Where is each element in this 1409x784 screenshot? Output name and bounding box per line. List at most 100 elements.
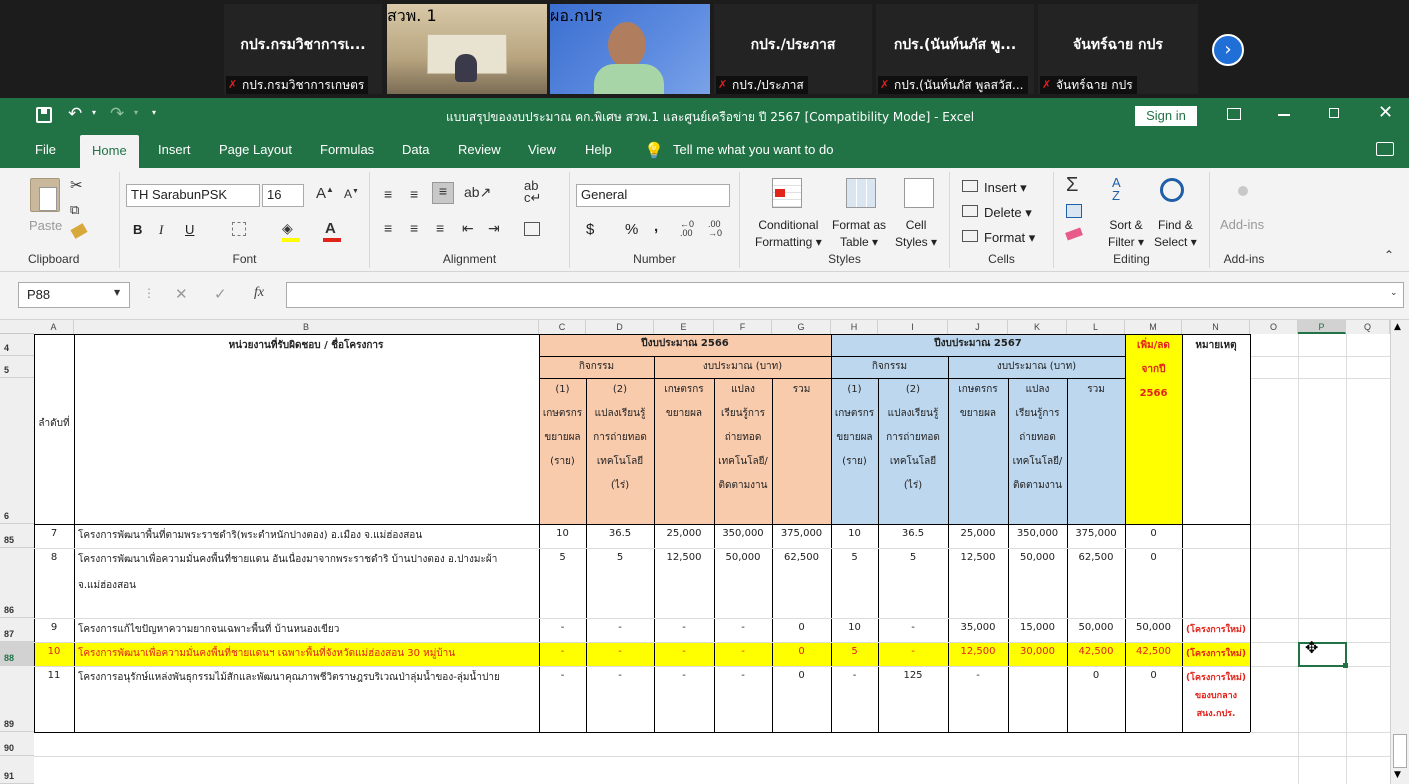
cell-e[interactable]: - — [654, 670, 714, 686]
redo-icon[interactable]: ↷ — [110, 104, 124, 124]
cell-m[interactable]: 0 — [1125, 552, 1182, 568]
cell-remark[interactable]: (โครงการใหม่) — [1182, 670, 1250, 686]
cell-e[interactable]: 12,500 — [654, 552, 714, 568]
column-header-b[interactable]: B — [74, 320, 539, 334]
row-header-89[interactable]: 89 — [0, 666, 34, 732]
paste-icon[interactable] — [30, 178, 60, 212]
cell-g[interactable]: 62,500 — [772, 552, 831, 568]
borders-icon[interactable] — [232, 222, 246, 236]
participant-tile[interactable]: จันทร์ฉาย กปร ✗ จันทร์ฉาย กปร — [1038, 4, 1198, 94]
cell-project-name[interactable]: โครงการพัฒนาเพื่อความมั่นคงพื้นที่ชายแดน… — [78, 552, 536, 568]
tab-page-layout[interactable]: Page Layout — [219, 142, 292, 157]
cell-h[interactable]: 10 — [831, 528, 878, 544]
name-box-dropdown-icon[interactable]: ▼ — [114, 288, 120, 297]
cell-seq[interactable]: 7 — [34, 528, 74, 544]
orientation-icon[interactable]: ab↗ — [464, 184, 491, 201]
addins-button[interactable]: Add-ins — [1220, 217, 1264, 232]
cell-l[interactable]: 375,000 — [1067, 528, 1125, 544]
align-right-icon[interactable]: ≡ — [436, 220, 444, 236]
row-header-6[interactable]: 6 — [0, 378, 34, 524]
sort-filter-button[interactable]: Sort & Filter ▾ — [1108, 217, 1144, 251]
cell-j[interactable]: - — [948, 670, 1008, 686]
decrease-font-icon[interactable]: A▼ — [344, 187, 359, 201]
vertical-scrollbar[interactable]: ▲ ▼ — [1390, 320, 1409, 784]
participant-video[interactable]: สวพ. 1 — [387, 4, 547, 94]
increase-decimal-icon[interactable]: ←0.00 — [680, 220, 694, 238]
format-painter-icon[interactable] — [70, 223, 88, 239]
cell-d[interactable]: - — [586, 646, 654, 662]
cell-i[interactable]: 5 — [878, 552, 948, 568]
number-format-select[interactable]: General — [576, 184, 730, 207]
cell-c[interactable]: - — [539, 670, 586, 686]
row-header-90[interactable]: 90 — [0, 732, 34, 756]
row-header-88[interactable]: 88 — [0, 642, 34, 666]
cell-f[interactable]: - — [714, 622, 772, 638]
cell-m[interactable]: 42,500 — [1125, 646, 1182, 662]
row-header-87[interactable]: 87 — [0, 618, 34, 642]
cell-c[interactable]: - — [539, 646, 586, 662]
tab-review[interactable]: Review — [458, 142, 501, 157]
tab-help[interactable]: Help — [585, 142, 612, 157]
cell-g[interactable]: 0 — [772, 622, 831, 638]
font-size-select[interactable]: 16 — [262, 184, 304, 207]
save-icon[interactable] — [36, 107, 52, 123]
fill-icon[interactable] — [1066, 204, 1082, 218]
delete-cells-button[interactable]: Delete ▾ — [984, 205, 1032, 221]
sign-in-button[interactable]: Sign in — [1135, 106, 1197, 126]
copy-icon[interactable]: ⧉ — [70, 202, 79, 218]
cell-i[interactable]: - — [878, 622, 948, 638]
worksheet-grid[interactable]: ABCDEFGHIJKLMNOPQ 4 5 6 85 86 87 88 89 90 91 หน่ว… — [0, 320, 1409, 784]
tell-me-search[interactable]: Tell me what you want to do — [673, 142, 833, 157]
cell-j[interactable]: 35,000 — [948, 622, 1008, 638]
conditional-formatting-icon[interactable] — [772, 178, 802, 208]
top-align-icon[interactable]: ≡ — [384, 186, 392, 202]
row-header-91[interactable]: 91 — [0, 756, 34, 784]
find-select-icon[interactable] — [1160, 178, 1184, 202]
format-as-table-icon[interactable] — [846, 178, 876, 208]
wrap-text-icon[interactable]: ab c↵ — [524, 179, 541, 204]
cell-seq[interactable]: 10 — [34, 646, 74, 662]
cell-k[interactable]: 50,000 — [1008, 552, 1067, 568]
italic-button[interactable]: I — [159, 222, 163, 238]
cell-f[interactable]: - — [714, 646, 772, 662]
cell-k[interactable]: 15,000 — [1008, 622, 1067, 638]
column-header-a[interactable]: A — [34, 320, 74, 334]
cell-l[interactable]: 62,500 — [1067, 552, 1125, 568]
participant-tile[interactable]: กปร.(นันท์นภัส พู... ✗ กปร.(นันท์นภัส พูล… — [876, 4, 1034, 94]
cell-seq[interactable]: 8 — [34, 552, 74, 568]
scroll-down-icon[interactable]: ▼ — [1394, 770, 1401, 780]
cell-d[interactable]: 36.5 — [586, 528, 654, 544]
conditional-formatting-button[interactable]: Conditional Formatting ▾ — [755, 217, 822, 251]
tab-view[interactable]: View — [528, 142, 556, 157]
undo-dropdown-icon[interactable]: ▾ — [92, 108, 96, 117]
decrease-decimal-icon[interactable]: .00 →0 — [708, 220, 722, 238]
expand-formula-icon[interactable]: ⌄ — [1390, 288, 1398, 298]
tab-data[interactable]: Data — [402, 142, 429, 157]
cut-icon[interactable]: ✂ — [70, 176, 83, 194]
find-select-button[interactable]: Find & Select ▾ — [1154, 217, 1197, 251]
tab-home[interactable]: Home — [80, 135, 139, 168]
participant-tile[interactable]: กปร.กรมวิชาการเ... ✗ กปร.กรมวิชาการเกษตร — [224, 4, 382, 94]
cell-k[interactable]: 30,000 — [1008, 646, 1067, 662]
cell-project-name[interactable]: โครงการอนุรักษ์แหล่งพันธุกรรมไม้สักและพั… — [78, 670, 536, 686]
cell-l[interactable]: 42,500 — [1067, 646, 1125, 662]
cell-f[interactable]: 350,000 — [714, 528, 772, 544]
cell-m[interactable]: 50,000 — [1125, 622, 1182, 638]
fill-handle[interactable] — [1343, 663, 1348, 668]
confirm-entry-icon[interactable]: ✓ — [214, 285, 227, 303]
cell-l[interactable]: 50,000 — [1067, 622, 1125, 638]
participant-video[interactable]: ผอ.กปร — [550, 4, 710, 94]
cell-remark-cont[interactable]: สนง.กปร. — [1182, 706, 1250, 722]
restore-button[interactable] — [1329, 108, 1339, 118]
close-button[interactable]: ✕ — [1378, 102, 1393, 123]
row-header-5[interactable]: 5 — [0, 356, 34, 378]
increase-indent-icon[interactable]: ⇥ — [488, 220, 500, 237]
align-center-icon[interactable]: ≡ — [410, 220, 418, 236]
collapse-ribbon-icon[interactable]: ⌃ — [1384, 248, 1394, 262]
autosum-icon[interactable]: Σ — [1066, 174, 1078, 197]
row-header-85[interactable]: 85 — [0, 524, 34, 548]
cell-m[interactable]: 0 — [1125, 528, 1182, 544]
cell-project-name[interactable]: โครงการแก้ไขปัญหาความยากจนเฉพาะพื้นที่ บ… — [78, 622, 536, 638]
bottom-align-icon[interactable]: ≡ — [432, 182, 454, 204]
cell-f[interactable]: - — [714, 670, 772, 686]
